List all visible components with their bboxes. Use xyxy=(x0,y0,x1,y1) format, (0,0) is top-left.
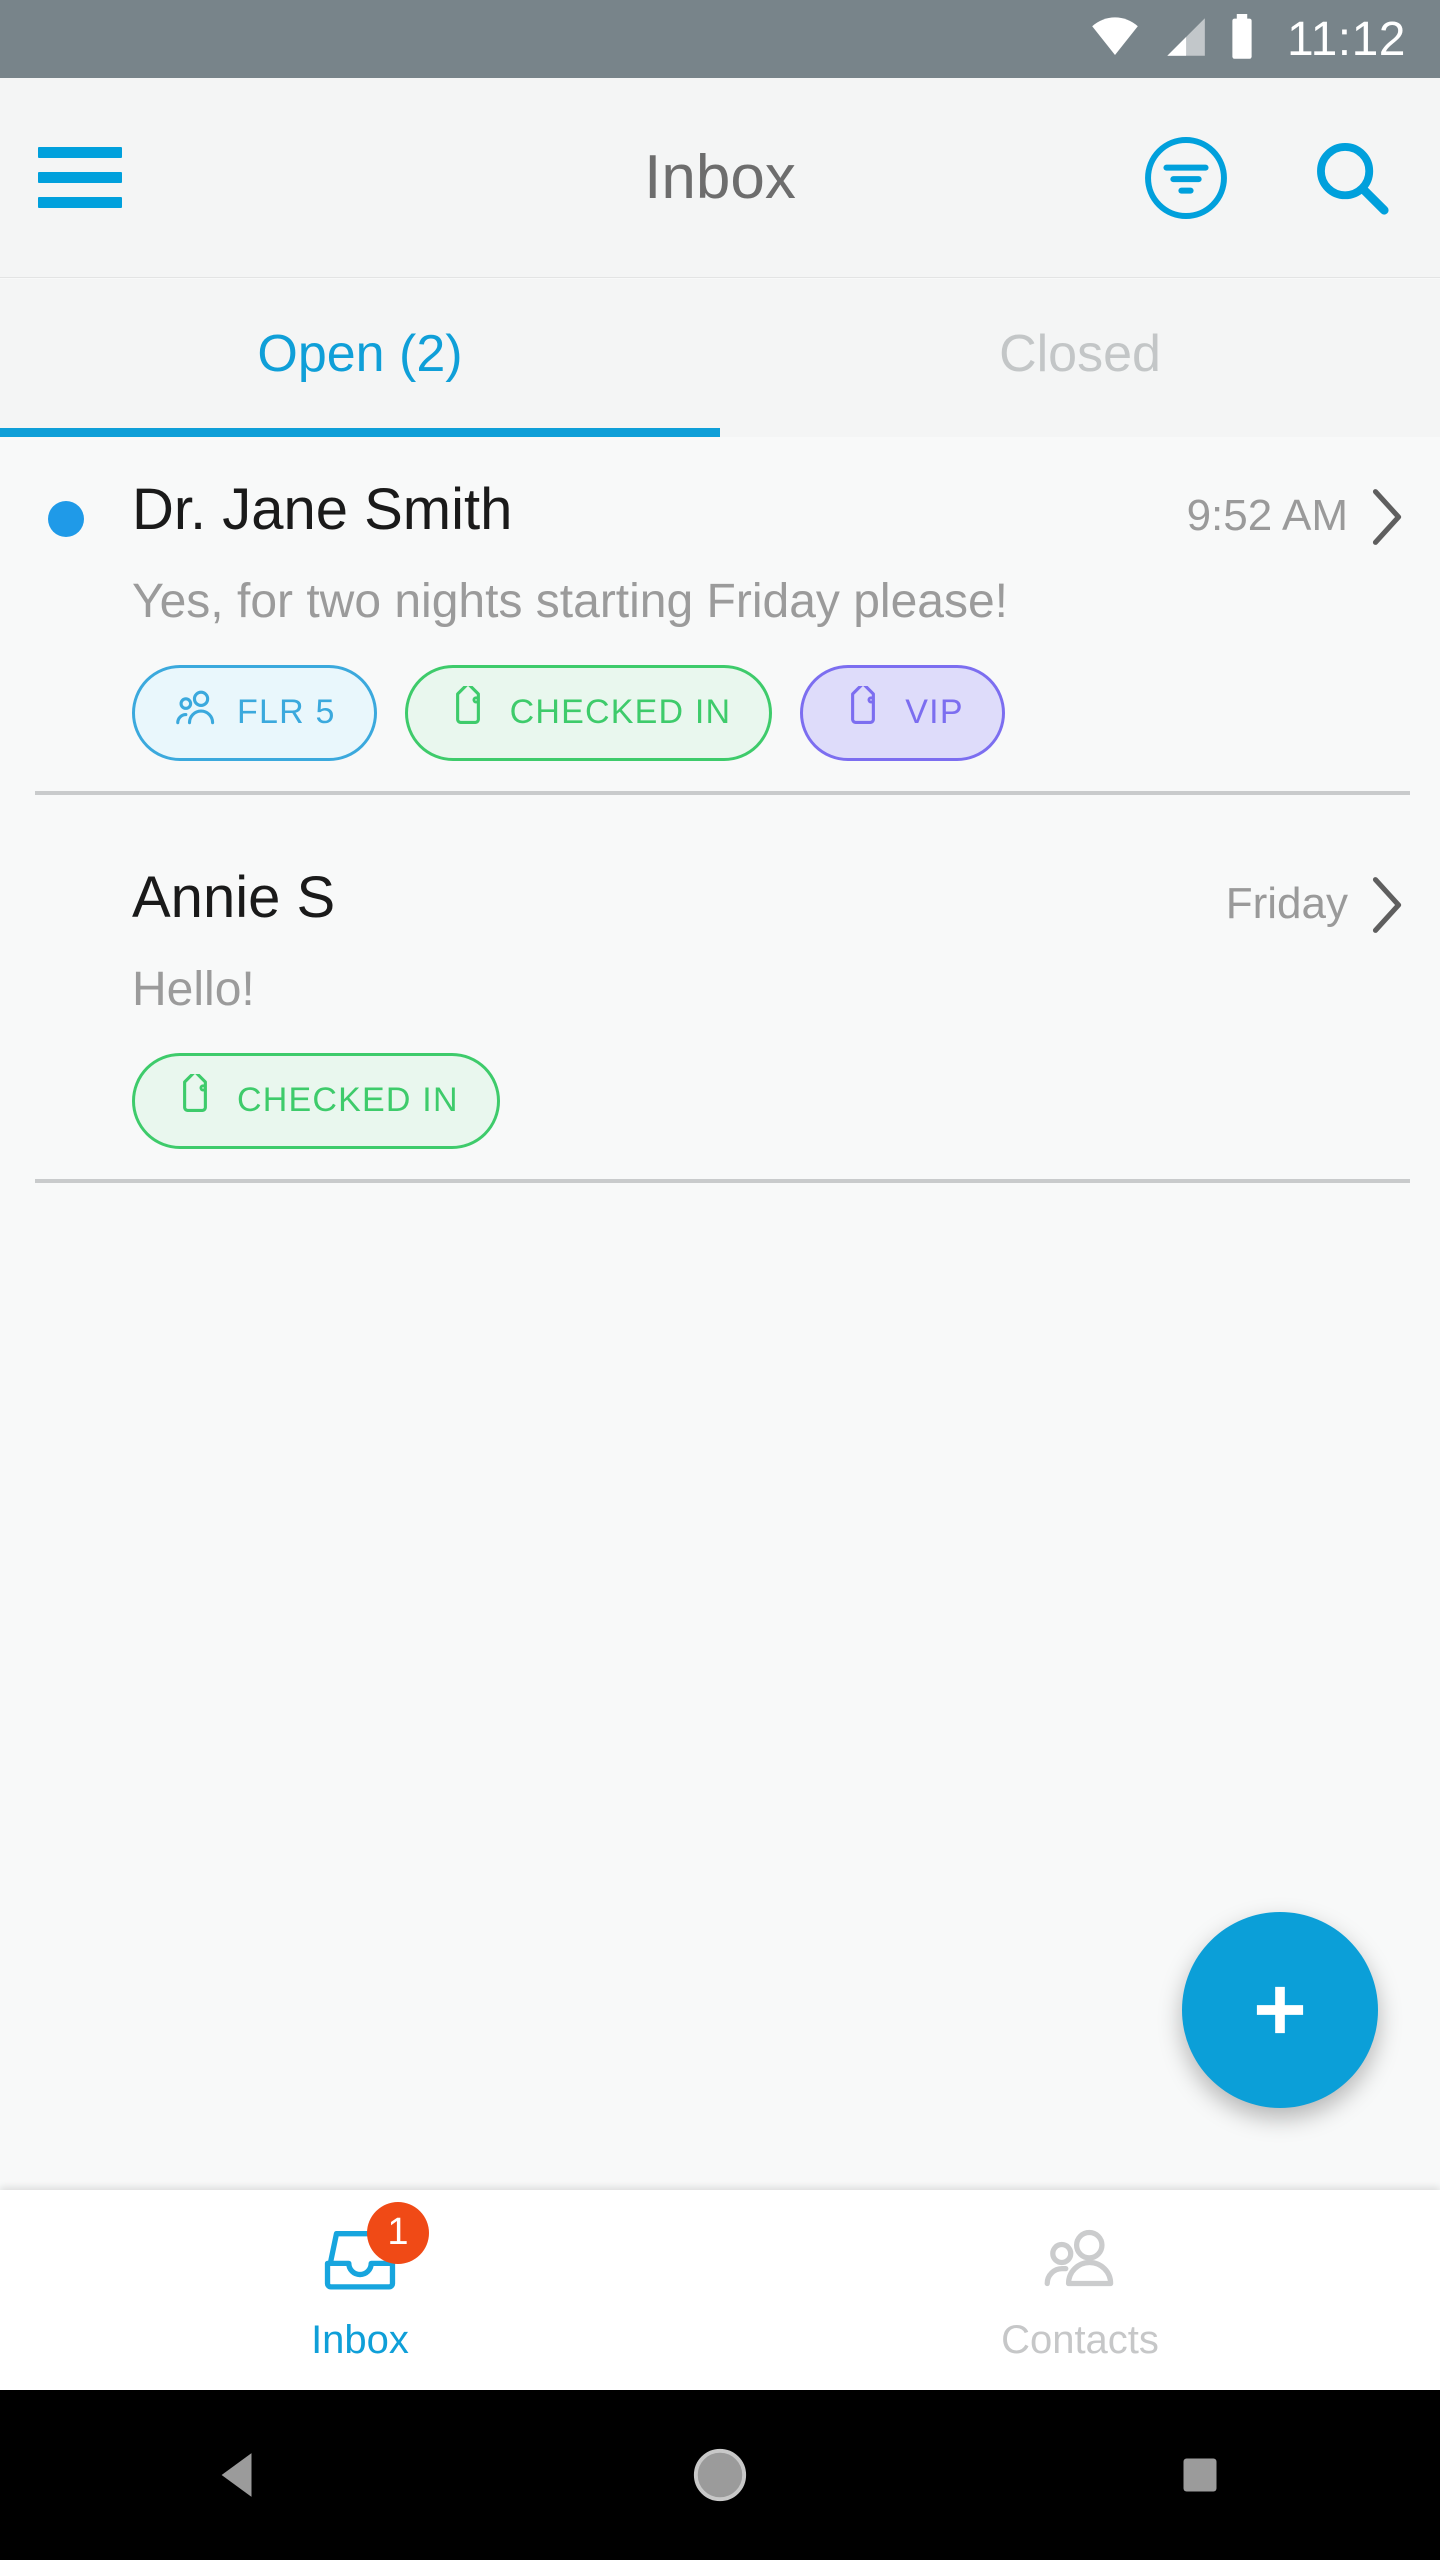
list-divider xyxy=(35,1178,1410,1183)
conversation-timestamp: 9:52 AM xyxy=(1186,491,1348,540)
contacts-icon-wrap xyxy=(1025,2218,1135,2302)
nav-item-inbox[interactable]: 1 Inbox xyxy=(0,2190,720,2390)
list-divider xyxy=(35,790,1410,795)
toolbar-actions xyxy=(1138,130,1400,226)
tab-active-indicator xyxy=(0,428,720,437)
tag-label: CHECKED IN xyxy=(237,1081,459,1120)
inbox-tabs: Open (2) Closed xyxy=(0,279,1440,437)
tab-open-label: Open (2) xyxy=(257,325,463,383)
conversation-header: Annie S Friday xyxy=(0,864,1440,940)
hamburger-bar xyxy=(38,172,122,183)
recents-square-icon xyxy=(1183,2458,1217,2492)
conversation-timestamp: Friday xyxy=(1225,878,1348,928)
unread-indicator-slot xyxy=(0,867,132,889)
conversation-tags: FLR 5 CHECKED IN VIP xyxy=(0,629,1440,761)
status-bar: 11:12 xyxy=(0,0,1440,78)
plus-icon xyxy=(1256,1986,1304,2034)
contacts-people-icon xyxy=(1044,2229,1114,2286)
nav-item-contacts[interactable]: Contacts xyxy=(720,2190,1440,2390)
tag-chip[interactable]: VIP xyxy=(800,664,1005,761)
tag-icon xyxy=(173,1070,217,1127)
battery-icon xyxy=(1227,13,1257,65)
conversation-row[interactable]: Annie S Friday Hello! CHECKED IN xyxy=(0,825,1440,1213)
conversation-list: Dr. Jane Smith 9:52 AM Yes, for two nigh… xyxy=(0,437,1440,2190)
chevron-right-icon xyxy=(1370,479,1404,552)
tag-label: VIP xyxy=(905,693,964,732)
chevron-right-icon xyxy=(1370,867,1404,940)
tag-icon xyxy=(446,682,490,739)
conversation-preview: Yes, for two nights starting Friday plea… xyxy=(132,575,1008,628)
unread-dot xyxy=(48,501,84,537)
conversation-row[interactable]: Dr. Jane Smith 9:52 AM Yes, for two nigh… xyxy=(0,437,1440,825)
tag-label: CHECKED IN xyxy=(509,693,732,732)
tab-closed[interactable]: Closed xyxy=(720,279,1440,437)
filter-button[interactable] xyxy=(1138,130,1234,226)
tab-closed-label: Closed xyxy=(999,325,1161,383)
app-toolbar: Inbox xyxy=(0,78,1440,278)
hamburger-bar xyxy=(38,147,122,158)
tag-chip[interactable]: FLR 5 xyxy=(132,664,377,761)
app-screen: 11:12 Inbox Open (2) Closed Dr. Jane Smi… xyxy=(0,0,1440,2560)
conversation-preview: Hello! xyxy=(132,962,255,1016)
bottom-navigation: 1 Inbox Contacts xyxy=(0,2190,1440,2390)
tag-chip[interactable]: CHECKED IN xyxy=(404,664,773,761)
system-back-button[interactable] xyxy=(0,2449,480,2501)
search-icon xyxy=(1317,142,1389,215)
inbox-unread-badge: 1 xyxy=(367,2201,429,2264)
conversation-tags: CHECKED IN xyxy=(0,1017,1440,1149)
status-bar-clock: 11:12 xyxy=(1286,12,1406,66)
tag-chip[interactable]: CHECKED IN xyxy=(132,1052,500,1149)
wifi-icon xyxy=(1089,16,1141,62)
people-icon xyxy=(173,686,217,739)
conversation-header: Dr. Jane Smith 9:52 AM xyxy=(0,477,1440,552)
hamburger-menu-icon[interactable] xyxy=(38,135,124,221)
cellular-signal-icon xyxy=(1159,16,1209,63)
system-recents-button[interactable] xyxy=(960,2453,1440,2497)
status-bar-icons: 11:12 xyxy=(1089,12,1406,67)
search-button[interactable] xyxy=(1304,130,1400,226)
unread-indicator-slot xyxy=(0,479,132,537)
hamburger-bar xyxy=(38,197,122,208)
android-system-navigation xyxy=(0,2390,1440,2560)
compose-fab-button[interactable] xyxy=(1182,1912,1378,2108)
tag-label: FLR 5 xyxy=(237,693,336,732)
conversation-name: Annie S xyxy=(132,864,336,930)
system-home-button[interactable] xyxy=(480,2446,960,2504)
filter-icon xyxy=(1145,136,1227,219)
conversation-name: Dr. Jane Smith xyxy=(132,477,513,542)
tag-icon xyxy=(841,682,885,739)
nav-label-inbox: Inbox xyxy=(311,2317,409,2362)
nav-label-contacts: Contacts xyxy=(1001,2317,1159,2362)
tab-open[interactable]: Open (2) xyxy=(0,279,720,437)
inbox-icon-wrap: 1 xyxy=(305,2201,429,2302)
home-circle-icon xyxy=(693,2448,747,2502)
back-triangle-icon xyxy=(221,2453,252,2497)
